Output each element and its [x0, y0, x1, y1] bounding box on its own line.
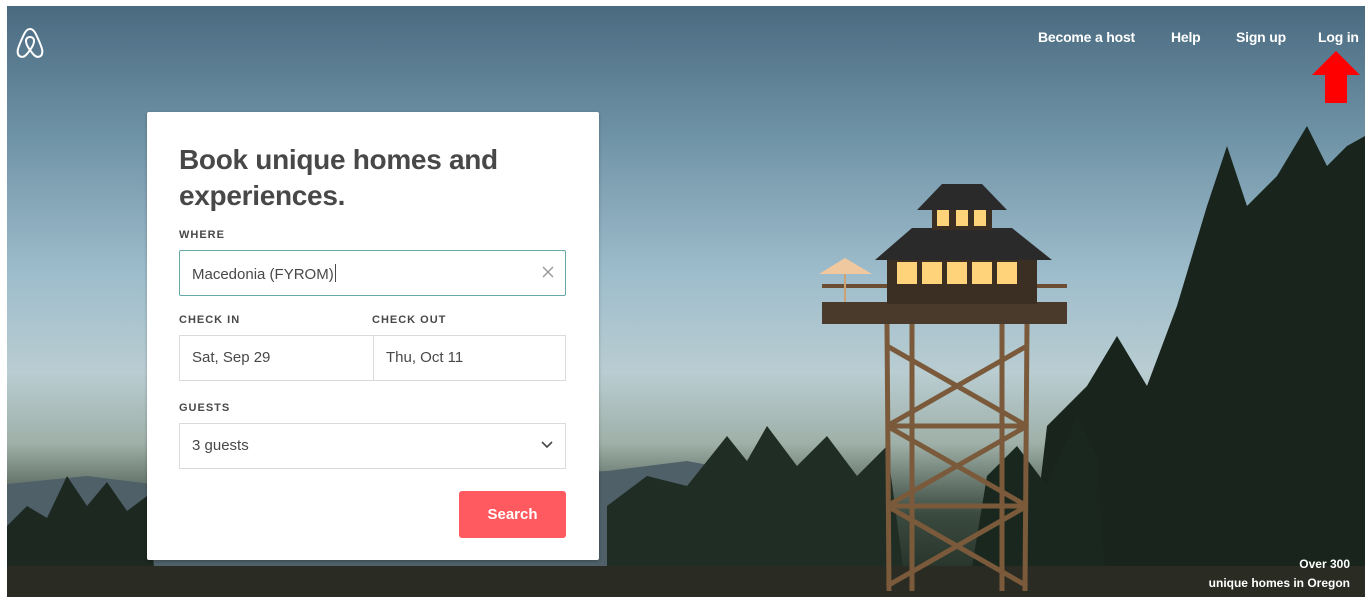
caption-line-2: unique homes in Oregon [1208, 576, 1350, 590]
nav-help[interactable]: Help [1171, 29, 1201, 45]
guests-value: 3 guests [192, 437, 249, 454]
airbnb-logo-icon[interactable] [15, 26, 45, 60]
arrow-up-icon [1312, 51, 1360, 103]
guests-label: GUESTS [179, 402, 231, 414]
check-out-label: CHECK OUT [372, 314, 447, 326]
booking-title: Book unique homes and experiences. [179, 144, 498, 211]
date-divider [373, 336, 374, 380]
where-input[interactable]: Macedonia (FYROM) [179, 250, 566, 296]
check-out-input[interactable]: Thu, Oct 11 [386, 349, 463, 366]
search-button[interactable]: Search [459, 491, 566, 538]
text-caret [334, 264, 336, 282]
nav-become-a-host[interactable]: Become a host [1038, 29, 1135, 45]
where-value: Macedonia (FYROM) [192, 266, 334, 283]
check-in-label: CHECK IN [179, 314, 241, 326]
chevron-down-icon [541, 441, 553, 449]
where-label: WHERE [179, 229, 225, 241]
check-in-input[interactable]: Sat, Sep 29 [192, 349, 270, 366]
location-caption: Over 300 unique homes in Oregon [1209, 555, 1350, 593]
date-range-field: Sat, Sep 29 Thu, Oct 11 [179, 335, 566, 381]
close-icon[interactable] [541, 265, 555, 279]
booking-card: Book unique homes and experiences. WHERE… [147, 112, 599, 560]
guests-select[interactable]: 3 guests [179, 423, 566, 469]
nav-sign-up[interactable]: Sign up [1236, 29, 1286, 45]
nav-log-in[interactable]: Log in [1318, 29, 1359, 45]
caption-line-1: Over 300 [1299, 557, 1350, 571]
